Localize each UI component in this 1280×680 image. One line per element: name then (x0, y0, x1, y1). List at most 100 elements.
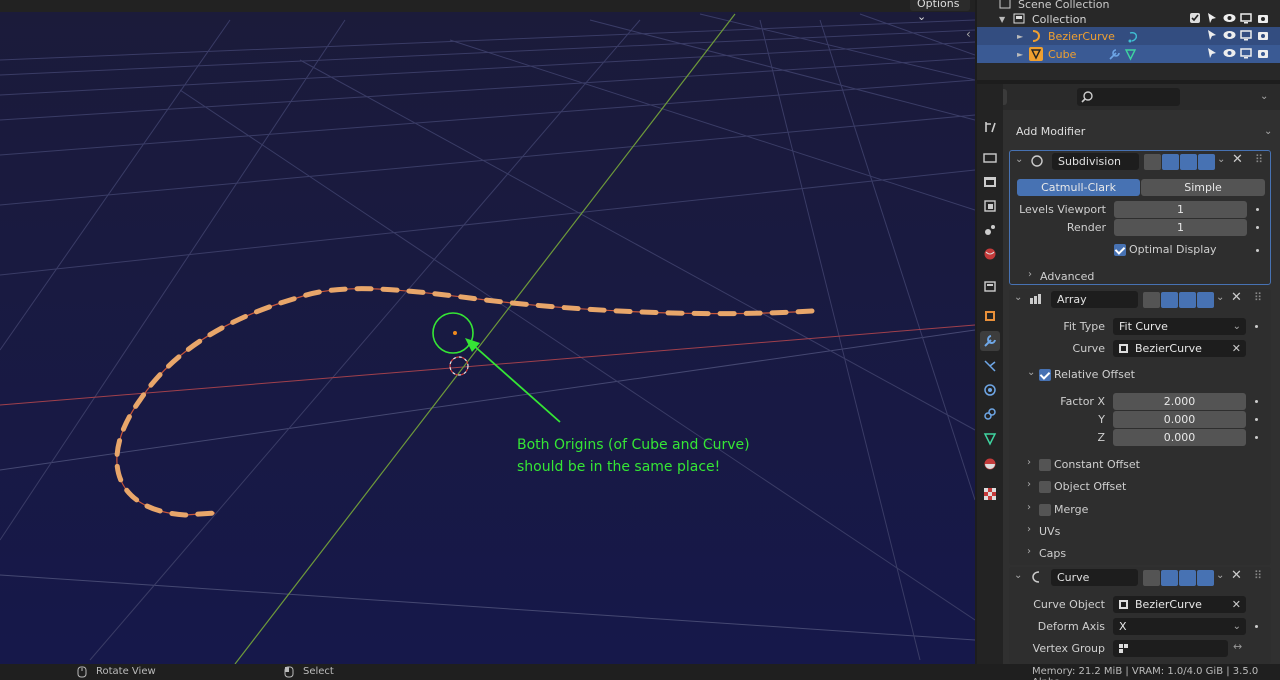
properties-editor[interactable]: ⌄ Add Modifier ⌄ ⌄ Subdivision ⌄ ✕ ⠿ Cat… (977, 84, 1280, 664)
uvs-subpanel[interactable]: UVs (1039, 525, 1060, 538)
curve-object-field[interactable]: BezierCurve ✕ (1113, 340, 1246, 357)
sidebar-toggle-icon[interactable]: ‹ (966, 27, 971, 41)
collapse-chevron-icon[interactable]: ⌄ (1027, 367, 1035, 378)
select-arrow-icon[interactable] (1206, 12, 1219, 25)
keyframe-dot[interactable] (1256, 226, 1259, 229)
relative-offset-checkbox[interactable] (1039, 369, 1051, 381)
camera-icon[interactable] (1257, 47, 1270, 60)
outliner-item-cube[interactable]: ► Cube (977, 45, 1280, 63)
chevron-right-icon[interactable]: › (1027, 546, 1031, 557)
levels-viewport-field[interactable]: 1 (1114, 201, 1247, 218)
monitor-icon[interactable] (1240, 47, 1253, 60)
edit-mode-icon[interactable] (1161, 570, 1178, 586)
properties-search-input[interactable] (1077, 88, 1180, 106)
clear-icon[interactable]: ✕ (1232, 340, 1241, 357)
chevron-down-icon[interactable]: ⌄ (1260, 91, 1268, 102)
viewport-canvas[interactable] (0, 0, 975, 664)
camera-icon[interactable] (1257, 12, 1270, 25)
monitor-icon[interactable] (1240, 29, 1253, 42)
relative-offset-subpanel[interactable]: Relative Offset (1054, 368, 1135, 381)
keyframe-dot[interactable] (1256, 249, 1259, 252)
select-arrow-icon[interactable] (1206, 29, 1219, 42)
camera-icon[interactable] (1257, 29, 1270, 42)
vertex-group-field[interactable] (1113, 640, 1228, 657)
tab-modifiers[interactable] (980, 331, 1000, 351)
modifier-name-field[interactable]: Array (1051, 291, 1138, 308)
factor-z-field[interactable]: 0.000 (1113, 429, 1246, 446)
tab-tool[interactable] (980, 117, 1000, 137)
caps-subpanel[interactable]: Caps (1039, 547, 1066, 560)
render-display-icon[interactable] (1197, 570, 1214, 586)
drag-handle-icon[interactable]: ⠿ (1255, 153, 1263, 166)
outliner[interactable]: Scene Collection ▼ Collection ► BezierCu… (977, 0, 1280, 80)
object-offset-checkbox[interactable] (1039, 481, 1051, 493)
simple-button[interactable]: Simple (1141, 179, 1265, 196)
expand-icon[interactable]: ► (1017, 50, 1027, 59)
chevron-right-icon[interactable]: › (1027, 502, 1031, 513)
edit-mode-icon[interactable] (1161, 292, 1178, 308)
subdivision-modifier-panel[interactable]: ⌄ Subdivision ⌄ ✕ ⠿ Catmull-Clark Simple… (1009, 150, 1271, 285)
optimal-display-checkbox[interactable] (1114, 244, 1126, 256)
render-levels-field[interactable]: 1 (1114, 219, 1247, 236)
tab-material[interactable] (980, 454, 1000, 474)
keyframe-dot[interactable] (1256, 208, 1259, 211)
render-display-icon[interactable] (1197, 292, 1214, 308)
modifier-name-field[interactable]: Subdivision (1052, 153, 1139, 170)
tab-output[interactable] (980, 172, 1000, 192)
curve-modifier-panel[interactable]: ⌄ Curve ⌄ ✕ ⠿ Curve Object BezierCurve ✕… (1009, 567, 1271, 664)
constant-offset-subpanel[interactable]: Constant Offset (1054, 458, 1140, 471)
render-display-icon[interactable] (1198, 154, 1215, 170)
exclude-checkbox-icon[interactable] (1189, 12, 1202, 25)
constant-offset-checkbox[interactable] (1039, 459, 1051, 471)
tab-particles[interactable] (980, 356, 1000, 376)
tab-view-layer[interactable] (980, 196, 1000, 216)
edit-mode-cage-icon[interactable] (1143, 292, 1160, 308)
keyframe-dot[interactable] (1255, 436, 1258, 439)
viewport-display-icon[interactable] (1179, 292, 1196, 308)
modifier-name-field[interactable]: Curve (1051, 569, 1138, 586)
close-icon[interactable]: ✕ (1231, 290, 1242, 305)
modifier-menu-icon[interactable]: ⌄ (1216, 570, 1224, 581)
collapse-chevron-icon[interactable]: ⌄ (1014, 570, 1022, 581)
add-modifier-dropdown[interactable]: Add Modifier ⌄ (1009, 123, 1275, 141)
collapse-chevron-icon[interactable]: ⌄ (1014, 292, 1022, 303)
tab-render[interactable] (980, 147, 1000, 167)
eye-icon[interactable] (1223, 29, 1236, 42)
keyframe-dot[interactable] (1255, 325, 1258, 328)
close-icon[interactable]: ✕ (1232, 152, 1243, 167)
edit-mode-cage-icon[interactable] (1144, 154, 1161, 170)
monitor-icon[interactable] (1240, 12, 1253, 25)
cube-origin[interactable] (453, 331, 457, 335)
close-icon[interactable]: ✕ (1231, 568, 1242, 583)
fit-type-dropdown[interactable]: Fit Curve ⌄ (1113, 318, 1246, 335)
edit-mode-cage-icon[interactable] (1143, 570, 1160, 586)
modifier-menu-icon[interactable]: ⌄ (1216, 292, 1224, 303)
chevron-right-icon[interactable]: › (1028, 269, 1032, 280)
factor-y-field[interactable]: 0.000 (1113, 411, 1246, 428)
eye-icon[interactable] (1223, 12, 1236, 25)
viewport-display-icon[interactable] (1179, 570, 1196, 586)
viewport-display-icon[interactable] (1180, 154, 1197, 170)
advanced-subpanel[interactable]: Advanced (1040, 270, 1094, 283)
tab-object[interactable] (980, 306, 1000, 326)
merge-subpanel[interactable]: Merge (1054, 503, 1088, 516)
drag-handle-icon[interactable]: ⠿ (1254, 569, 1262, 582)
collapse-chevron-icon[interactable]: ⌄ (1015, 154, 1023, 165)
keyframe-dot[interactable] (1255, 625, 1258, 628)
outliner-collection[interactable]: ▼ Collection (977, 10, 1280, 28)
tab-data[interactable] (980, 429, 1000, 449)
tab-physics[interactable] (980, 380, 1000, 400)
keyframe-dot[interactable] (1255, 400, 1258, 403)
clear-icon[interactable]: ✕ (1232, 596, 1241, 613)
deform-axis-dropdown[interactable]: X ⌄ (1113, 618, 1246, 635)
drag-handle-icon[interactable]: ⠿ (1254, 291, 1262, 304)
outliner-item-beziercurve[interactable]: ► BezierCurve (977, 27, 1280, 45)
factor-x-field[interactable]: 2.000 (1113, 393, 1246, 410)
chevron-right-icon[interactable]: › (1027, 457, 1031, 468)
expand-icon[interactable]: ▼ (999, 15, 1009, 24)
options-dropdown[interactable]: Options ⌄ (910, 0, 970, 23)
select-arrow-icon[interactable] (1206, 47, 1219, 60)
3d-viewport[interactable]: Options ⌄ ‹ Both Origins (of Cube and Cu… (0, 0, 975, 664)
keyframe-dot[interactable] (1255, 418, 1258, 421)
merge-checkbox[interactable] (1039, 504, 1051, 516)
